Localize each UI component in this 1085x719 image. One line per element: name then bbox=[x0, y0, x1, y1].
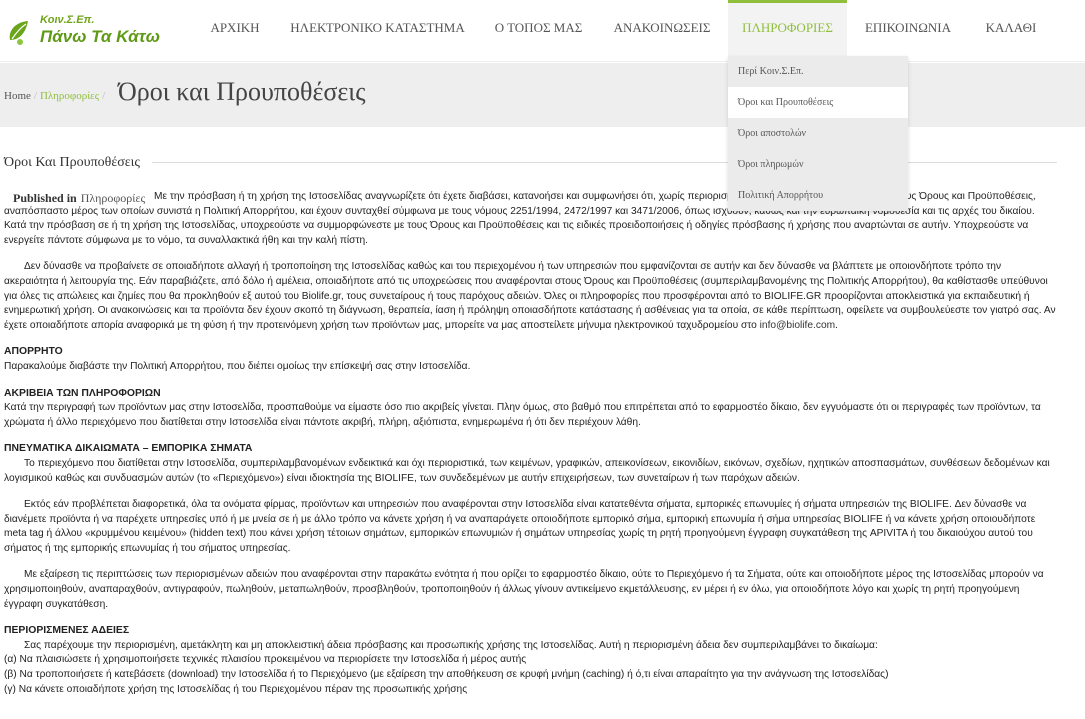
dropdown-item-about[interactable]: Περί Κοιν.Σ.Επ. bbox=[728, 56, 908, 87]
email-link[interactable]: info@biolife.com bbox=[760, 320, 835, 331]
nav-item-shop[interactable]: ΗΛΕΚΤΡΟΝΙΚΟ ΚΑΤΑΣΤΗΜΑ bbox=[285, 0, 470, 56]
section-heading: ΑΠΟΡΡΗΤΟ bbox=[4, 346, 63, 358]
nav-item-cart[interactable]: ΚΑΛΑΘΙ bbox=[975, 0, 1047, 56]
paragraph: Σας παρέχουμε την περιορισμένη, αμετάκλη… bbox=[24, 639, 878, 651]
paragraph-end: . bbox=[835, 319, 838, 331]
page-title-band: Home / Πληροφορίες / Όροι και Προυποθέσεις bbox=[0, 63, 1085, 127]
paragraph: Εκτός εάν προβλέπεται διαφορετικά, όλα τ… bbox=[4, 499, 1036, 554]
paragraph: Κατά την περιγραφή των προϊόντων μας στη… bbox=[4, 402, 1041, 428]
dropdown-item-terms[interactable]: Όροι και Προυποθέσεις bbox=[728, 87, 908, 118]
breadcrumb-separator: / bbox=[33, 90, 37, 102]
breadcrumb-home-link[interactable]: Home bbox=[4, 90, 31, 102]
breadcrumb: Home / Πληροφορίες / bbox=[4, 90, 108, 102]
paragraph: Δεν δύνασθε να προβαίνετε σε οποιαδήποτε… bbox=[4, 260, 1056, 333]
list-item: (β) Να τροποποιήσετε ή κατεβάσετε (downl… bbox=[4, 669, 889, 681]
title-divider bbox=[152, 162, 1057, 163]
paragraph: Παρακαλούμε διαβάστε την Πολιτική Απορρή… bbox=[4, 360, 471, 372]
nav-item-home[interactable]: ΑΡΧΙΚΗ bbox=[200, 0, 270, 56]
breadcrumb-separator: / bbox=[102, 90, 106, 102]
section-heading: ΠΕΡΙΟΡΙΣΜΕΝΕΣ ΑΔΕΙΕΣ bbox=[4, 625, 130, 637]
section-heading: ΑΚΡΙΒΕΙΑ ΤΩΝ ΠΛΗΡΟΦΟΡΙΩΝ bbox=[4, 387, 161, 399]
page-title: Όροι και Προυποθέσεις bbox=[118, 77, 366, 106]
article-title: Όροι Και Προυποθέσεις bbox=[4, 155, 140, 170]
dropdown-item-shipping[interactable]: Όροι αποστολών bbox=[728, 118, 908, 149]
logo-top-text: Κοιν.Σ.Επ. bbox=[40, 14, 95, 26]
nav-item-our-place[interactable]: Ο ΤΟΠΟΣ ΜΑΣ bbox=[486, 0, 591, 56]
section-heading: ΠΝΕΥΜΑΤΙΚΑ ΔΙΚΑΙΩΜΑΤΑ – ΕΜΠΟΡΙΚΑ ΣΗΜΑΤΑ bbox=[4, 443, 253, 455]
dropdown-item-privacy[interactable]: Πολιτική Απορρήτου bbox=[728, 180, 908, 211]
site-logo[interactable]: Κοιν.Σ.Επ. Πάνω Τα Κάτω bbox=[6, 12, 160, 52]
leaf-logo-icon bbox=[9, 21, 28, 45]
paragraph: Με εξαίρεση τις περιπτώσεις των περιορισ… bbox=[4, 569, 1044, 610]
paragraph: Το περιεχόμενο που διατίθεται στην Ιστοσ… bbox=[4, 457, 1050, 484]
breadcrumb-info-link[interactable]: Πληροφορίες bbox=[40, 90, 99, 102]
nav-item-announcements[interactable]: ΑΝΑΚΟΙΝΩΣΕΙΣ bbox=[606, 0, 718, 56]
logo-main-text: Πάνω Τα Κάτω bbox=[40, 27, 160, 46]
list-item: (γ) Να κάνετε οποιαδήποτε χρήση της Ιστο… bbox=[4, 683, 468, 695]
list-item: (α) Να πλαισιώσετε ή χρησιμοποιήσετε τεχ… bbox=[4, 654, 527, 666]
article-body: Με την πρόσβαση ή τη χρήση της Ιστοσελίδ… bbox=[4, 190, 1056, 697]
nav-item-contact[interactable]: ΕΠΙΚΟΙΝΩΝΙΑ bbox=[857, 0, 959, 56]
paragraph-text: Δεν δύνασθε να προβαίνετε σε οποιαδήποτε… bbox=[4, 261, 1056, 331]
info-dropdown-menu: Περί Κοιν.Σ.Επ. Όροι και Προυποθέσεις Όρ… bbox=[728, 56, 908, 211]
dropdown-item-payments[interactable]: Όροι πληρωμών bbox=[728, 149, 908, 180]
site-header: Κοιν.Σ.Επ. Πάνω Τα Κάτω ΑΡΧΙΚΗ ΗΛΕΚΤΡΟΝΙ… bbox=[0, 0, 1085, 62]
nav-item-info[interactable]: ΠΛΗΡΟΦΟΡΙΕΣ bbox=[728, 0, 847, 56]
